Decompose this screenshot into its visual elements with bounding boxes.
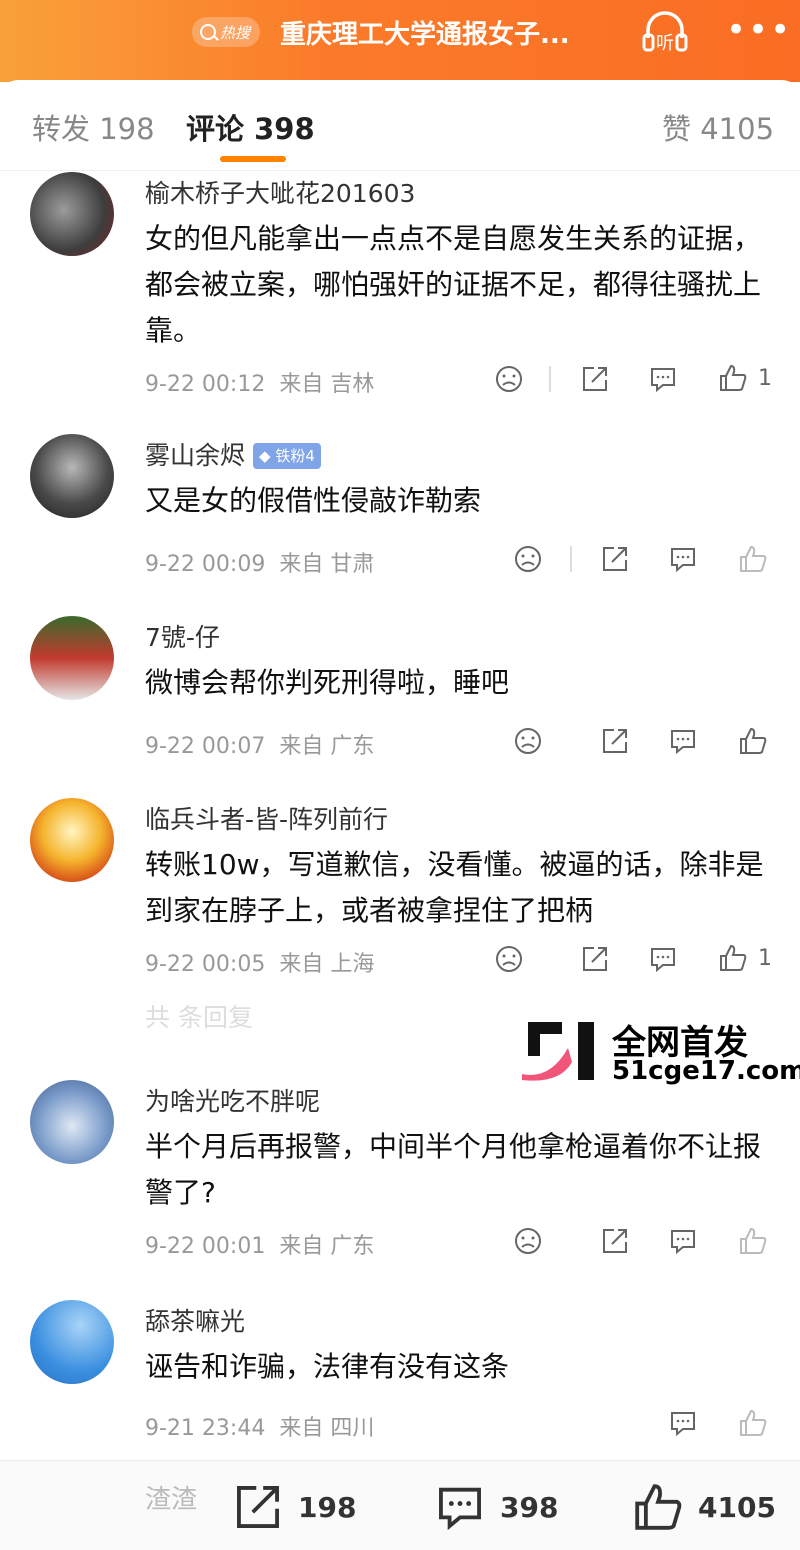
avatar[interactable] <box>30 434 114 518</box>
comment-username[interactable]: 临兵斗者-皆-阵列前行 <box>145 800 388 836</box>
share-icon[interactable] <box>600 544 630 574</box>
like-icon[interactable] <box>738 726 768 756</box>
repost-button[interactable]: 198 <box>232 1481 362 1531</box>
avatar[interactable] <box>30 1080 114 1164</box>
avatar[interactable] <box>30 798 114 882</box>
comment-username[interactable]: 为啥光吃不胖呢 <box>145 1082 320 1118</box>
tab-repost[interactable]: 转发 198 <box>32 106 155 148</box>
dislike-face-icon[interactable] <box>494 944 524 974</box>
comment-location: 来自 广东 <box>279 734 375 759</box>
bottom-action-bar: 渣渣 198 398 4105 <box>0 1460 800 1550</box>
tab-likes[interactable]: 赞 4105 <box>662 106 774 148</box>
dislike-face-icon[interactable] <box>513 1226 543 1256</box>
comment-text: 转账10w，写道歉信，没看懂。被逼的话，除非是到家在脖子上，或者被拿捏住了把柄 <box>145 848 764 927</box>
tab-comments[interactable]: 评论 398 <box>186 106 315 148</box>
reply-icon[interactable] <box>668 1408 698 1438</box>
share-icon <box>237 1486 279 1528</box>
share-icon[interactable] <box>600 726 630 756</box>
reply-icon[interactable] <box>668 1226 698 1256</box>
headphones-icon[interactable]: 听 <box>640 8 690 56</box>
comment-icon <box>439 1487 481 1531</box>
reply-count-link[interactable]: 共 条回复 <box>145 998 253 1034</box>
like-icon[interactable] <box>738 1226 768 1256</box>
like-count: 1 <box>758 946 772 971</box>
comment-location: 来自 广东 <box>279 1234 375 1259</box>
repost-count: 198 <box>298 1491 357 1524</box>
username-label[interactable]: 雾山余烬 <box>145 441 245 470</box>
comment-count: 398 <box>500 1491 559 1524</box>
dislike-face-icon[interactable] <box>513 726 543 756</box>
comment-text: 诬告和诈骗，法律有没有这条 <box>145 1350 510 1383</box>
like-icon[interactable] <box>718 943 748 973</box>
comment-time: 9-22 00:12 <box>145 372 266 397</box>
like-count: 1 <box>758 366 772 391</box>
share-icon[interactable] <box>580 944 610 974</box>
comment-meta: 9-22 00:12 来自 吉林 <box>145 366 374 398</box>
reply-icon[interactable] <box>648 944 678 974</box>
top-header-bar: 热搜 重庆理工大学通报女子... 听 ••• <box>0 0 800 82</box>
comment-time: 9-22 00:07 <box>145 734 266 759</box>
comment-text: 又是女的假借性侵敲诈勒索 <box>145 484 482 517</box>
comment-username[interactable]: 榆木桥子大呲花201603 <box>145 174 415 210</box>
hot-search-badge[interactable]: 热搜 <box>192 17 260 47</box>
fan-level-label: 铁粉4 <box>275 447 315 465</box>
comment-location: 来自 吉林 <box>279 372 375 397</box>
avatar[interactable] <box>30 1300 114 1384</box>
next-comment-peek: 渣渣 <box>145 1485 198 1515</box>
watermark-logo <box>522 1022 594 1081</box>
comment-meta: 9-22 00:05 来自 上海 <box>145 946 374 978</box>
comment-location: 来自 上海 <box>279 952 375 977</box>
like-icon[interactable] <box>738 544 768 574</box>
divider <box>549 366 551 392</box>
comment-button[interactable]: 398 <box>434 1481 564 1531</box>
share-icon[interactable] <box>600 1226 630 1256</box>
comment-time: 9-22 00:09 <box>145 552 266 577</box>
comment-username[interactable]: 7號-仔 <box>145 618 220 654</box>
hot-search-label: 热搜 <box>220 24 251 42</box>
dislike-face-icon[interactable] <box>494 364 524 394</box>
watermark-url: 51cge17.com <box>612 1056 800 1086</box>
comment-meta: 9-22 00:09 来自 甘肃 <box>145 546 374 578</box>
comment-meta: 9-22 00:07 来自 广东 <box>145 728 374 760</box>
reply-icon[interactable] <box>648 364 678 394</box>
like-icon[interactable] <box>738 1408 768 1438</box>
comment-username: 雾山余烬 ◆ 铁粉4 <box>145 436 321 472</box>
divider <box>570 546 572 572</box>
like-button[interactable]: 4105 <box>632 1481 782 1531</box>
comment-time: 9-21 23:44 <box>145 1416 266 1441</box>
comment-time: 9-22 00:05 <box>145 952 266 977</box>
like-icon[interactable] <box>718 363 748 393</box>
reply-icon[interactable] <box>668 544 698 574</box>
like-count: 4105 <box>698 1491 776 1524</box>
more-options-icon[interactable]: ••• <box>726 13 792 47</box>
search-icon <box>200 24 216 40</box>
comment-time: 9-22 00:01 <box>145 1234 266 1259</box>
comment-text: 女的但凡能拿出一点点不是自愿发生关系的证据，都会被立案，哪怕强奸的证据不足，都得… <box>145 222 762 347</box>
comment-location: 来自 四川 <box>279 1416 375 1441</box>
page-title[interactable]: 重庆理工大学通报女子... <box>280 14 570 51</box>
like-icon <box>635 1484 682 1530</box>
comment-meta: 9-21 23:44 来自 四川 <box>145 1410 374 1442</box>
active-tab-indicator <box>220 156 286 162</box>
comment-text: 微博会帮你判死刑得啦，睡吧 <box>145 666 510 699</box>
comment-text: 半个月后再报警，中间半个月他拿枪逼着你不让报警了? <box>145 1130 762 1209</box>
comment-location: 来自 甘肃 <box>279 552 375 577</box>
fan-level-badge: ◆ 铁粉4 <box>253 443 321 469</box>
comment-meta: 9-22 00:01 来自 广东 <box>145 1228 374 1260</box>
dislike-face-icon[interactable] <box>513 544 543 574</box>
tab-bar: 转发 198 评论 398 赞 4105 <box>0 80 800 171</box>
comment-username[interactable]: 舔茶嘛光 <box>145 1302 245 1338</box>
reply-icon[interactable] <box>668 726 698 756</box>
avatar[interactable] <box>30 616 114 700</box>
avatar[interactable] <box>30 172 114 256</box>
share-icon[interactable] <box>580 364 610 394</box>
listen-label: 听 <box>656 33 674 54</box>
